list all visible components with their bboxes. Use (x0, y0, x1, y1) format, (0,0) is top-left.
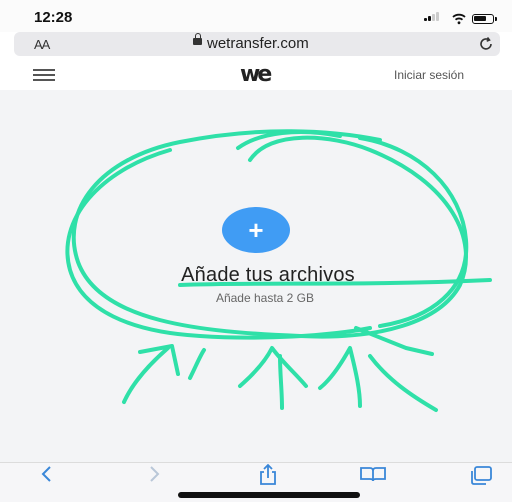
upload-area: + Añade tus archivos Añade hasta 2 GB (0, 90, 512, 462)
battery-icon (472, 14, 497, 24)
tabs-button[interactable] (468, 463, 508, 489)
upload-title[interactable]: Añade tus archivos (0, 264, 512, 287)
login-link[interactable]: Iniciar sesión (394, 68, 464, 82)
address-bar[interactable]: AA wetransfer.com (14, 32, 500, 56)
forward-icon (150, 466, 160, 482)
url-domain[interactable]: wetransfer.com (207, 35, 309, 52)
text-size-button[interactable]: AA (34, 37, 50, 52)
back-icon (41, 466, 51, 482)
status-bar: 12:28 (0, 0, 512, 32)
back-button[interactable] (38, 463, 78, 489)
reload-icon[interactable] (478, 36, 494, 52)
bookmarks-icon (360, 467, 386, 482)
wetransfer-logo[interactable]: we (240, 64, 272, 86)
bookmarks-button[interactable] (359, 463, 399, 489)
share-button[interactable] (256, 463, 296, 489)
plus-icon: + (248, 215, 264, 245)
wifi-icon (452, 13, 466, 25)
lock-icon (193, 33, 202, 45)
upload-subtitle: Añade hasta 2 GB (215, 291, 315, 305)
status-time: 12:28 (34, 9, 73, 26)
forward-button[interactable] (145, 463, 185, 489)
menu-icon[interactable] (33, 69, 55, 81)
add-files-button[interactable]: + (222, 207, 290, 253)
home-indicator[interactable] (178, 492, 360, 498)
tabs-icon (471, 466, 492, 485)
share-icon (260, 463, 276, 485)
site-header: we Iniciar sesión (0, 60, 512, 90)
